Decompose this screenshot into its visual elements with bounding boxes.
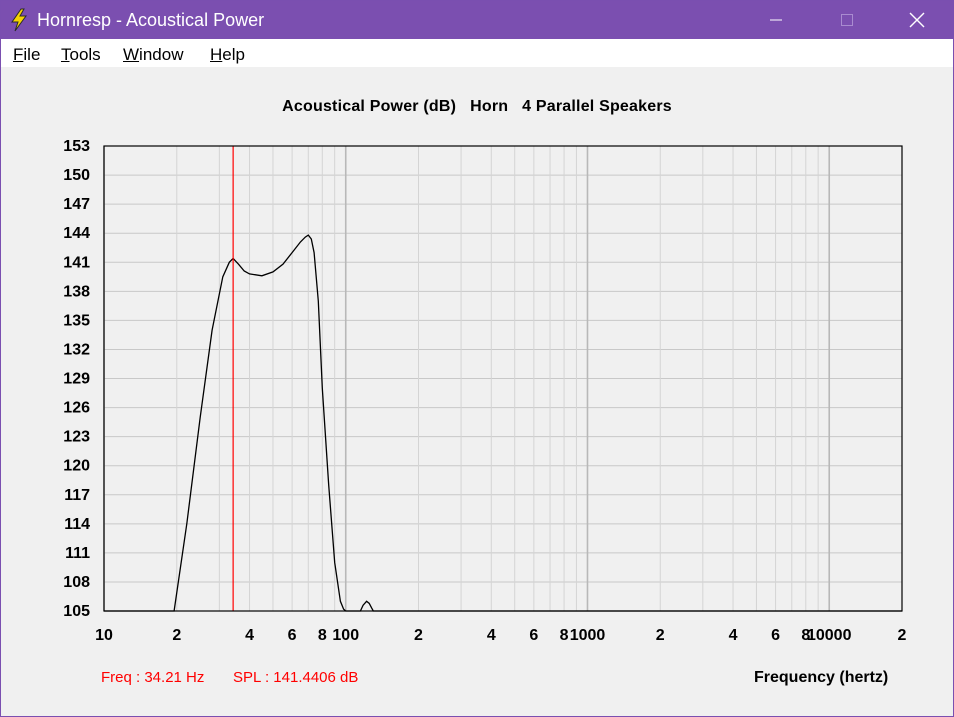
x-tick-label: 10 [95, 627, 113, 644]
x-tick-label: 4 [487, 627, 496, 644]
y-tick-label: 108 [63, 574, 90, 591]
x-tick-label: 1000 [570, 627, 606, 644]
y-tick-label: 114 [64, 516, 90, 533]
y-tick-label: 141 [63, 254, 90, 271]
y-tick-label: 105 [63, 603, 90, 620]
y-tick-label: 126 [63, 400, 90, 417]
x-tick-labels: 10 2 4 6 8 100 2 4 6 8 1000 2 4 6 810000 2 [95, 627, 906, 644]
y-tick-label: 138 [63, 283, 90, 300]
x-tick-label: 4 [245, 627, 254, 644]
y-tick-label: 117 [64, 487, 90, 504]
y-tick-label: 150 [63, 167, 90, 184]
x-tick-label: 2 [898, 627, 907, 644]
y-tick-labels: 153 150 147 144 141 138 135 132 129 126 123 120 117 1… [63, 138, 90, 620]
x-axis-label: Frequency (hertz) [754, 669, 889, 686]
x-tick-label: 2 [656, 627, 665, 644]
x-tick-label: 2 [414, 627, 423, 644]
y-tick-label: 123 [63, 429, 90, 446]
y-tick-label: 120 [63, 458, 90, 475]
x-tick-label: 6 [771, 627, 780, 644]
x-tick-label: 6 [529, 627, 538, 644]
grid-lines [103, 145, 903, 612]
y-tick-label: 132 [63, 341, 90, 358]
freq-readout: Freq : 34.21 Hz [101, 669, 205, 686]
y-tick-label: 135 [63, 312, 90, 329]
y-tick-label: 153 [63, 138, 90, 155]
y-tick-label: 147 [63, 196, 90, 213]
x-tick-label: 8 [560, 627, 569, 644]
x-tick-label: 4 [729, 627, 738, 644]
spl-readout: SPL : 141.4406 dB [233, 669, 359, 686]
x-tick-label: 6 [288, 627, 297, 644]
x-tick-label: 8 [318, 627, 327, 644]
y-tick-label: 129 [63, 371, 90, 388]
x-tick-label: 2 [172, 627, 181, 644]
x-tick-label: 10000 [807, 627, 852, 644]
y-tick-label: 144 [63, 225, 90, 242]
y-tick-label: 111 [65, 545, 90, 562]
chart-svg[interactable]: 153 150 147 144 141 138 135 132 129 126 123 120 117 1… [0, 0, 954, 717]
x-tick-label: 100 [332, 627, 359, 644]
